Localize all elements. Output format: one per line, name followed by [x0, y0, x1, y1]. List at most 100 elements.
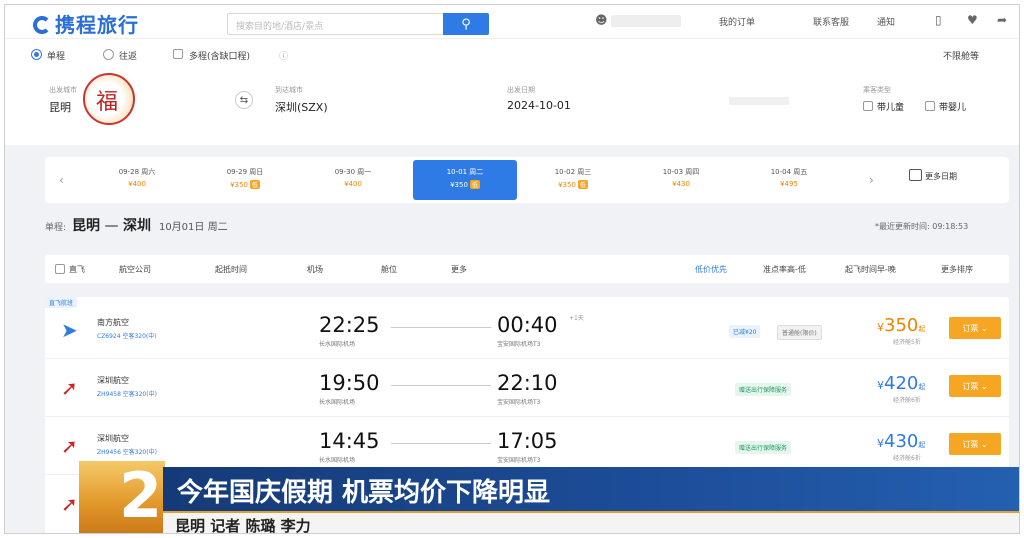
- customer-service-link[interactable]: 联系客服: [813, 15, 849, 28]
- arrival-airport: 宝安国际机场T3: [497, 457, 541, 464]
- filter-time[interactable]: 起抵时间: [215, 264, 247, 275]
- low-price-badge: 低: [249, 180, 260, 189]
- departure-airport: 长水国际机场: [319, 341, 356, 348]
- nonstop-checkbox[interactable]: [55, 264, 65, 274]
- price-value: 420: [884, 373, 919, 394]
- date-cell-date: 09-28 周六: [118, 168, 156, 176]
- book-button[interactable]: 订票 ⌄: [949, 433, 1001, 455]
- filter-more[interactable]: 更多: [451, 264, 467, 275]
- ticket-price: ¥430起: [877, 431, 926, 452]
- one-way-label[interactable]: 单程: [47, 49, 65, 62]
- to-city-input[interactable]: 深圳(SZX): [275, 99, 328, 115]
- infant-label[interactable]: 带婴儿: [939, 100, 966, 113]
- date-cell-price: ¥495: [780, 180, 798, 188]
- from-city-input[interactable]: 昆明: [49, 99, 71, 115]
- service-badge: 赠送出行保障服务: [735, 383, 792, 396]
- multi-trip-label[interactable]: 多程(含缺口程): [189, 49, 250, 62]
- my-orders-link[interactable]: 我的订单: [719, 15, 755, 28]
- price-value: 350: [884, 315, 919, 336]
- departure-time: 14:45: [319, 429, 380, 453]
- table-row[interactable]: ➚ 深圳航空 ZH9458 空客320(中) 19:50 长水国际机场 22:1…: [45, 359, 1009, 417]
- next-dates-icon[interactable]: ›: [869, 173, 874, 187]
- route-title: 单程: 昆明 — 深圳 10月01日 周二: [45, 215, 228, 235]
- search-input[interactable]: 搜索目的地/酒店/景点: [227, 13, 445, 35]
- fare-type-badge: 普通舱(限价): [777, 325, 822, 340]
- arrival-time: 17:05: [497, 429, 558, 453]
- flight-duration-line: [391, 327, 491, 328]
- date-cell-date: 09-30 周一: [334, 168, 372, 176]
- child-label[interactable]: 带儿童: [877, 100, 904, 113]
- filter-airport[interactable]: 机场: [307, 264, 323, 275]
- date-cell[interactable]: 09-28 周六 ¥400: [85, 160, 189, 200]
- multi-trip-checkbox[interactable]: [173, 49, 183, 59]
- news-headline-bar: 今年国庆假期 机票均价下降明显: [163, 467, 1019, 511]
- route-from: 昆明: [72, 218, 101, 234]
- departure-date-input[interactable]: 2024-10-01: [507, 99, 571, 112]
- date-cell[interactable]: 10-02 周三 ¥350 低: [521, 160, 625, 200]
- date-cell[interactable]: 09-29 周日 ¥350 低: [193, 160, 297, 200]
- route-separator: —: [104, 218, 119, 234]
- arrival-airport: 宝安国际机场T3: [497, 341, 541, 348]
- child-checkbox[interactable]: [863, 101, 873, 111]
- price-discount-note: 经济舱5折: [893, 339, 921, 346]
- price-discount-note: 经济舱6折: [893, 397, 921, 404]
- sort-low-price[interactable]: 低价优先: [695, 264, 727, 275]
- heart-icon[interactable]: ♥: [967, 13, 978, 27]
- swap-cities-button[interactable]: ⇆: [235, 91, 253, 109]
- more-dates-button[interactable]: 更多日期: [925, 171, 957, 182]
- filter-nonstop[interactable]: 直飞: [69, 264, 85, 275]
- flight-duration-line: [391, 443, 491, 444]
- flight-number[interactable]: CZ6924 空客320(中): [97, 331, 157, 340]
- table-row[interactable]: ➤ 南方航空 CZ6924 空客320(中) 22:25 长水国际机场 00:4…: [45, 301, 1009, 359]
- date-cell-date: 10-03 周四: [662, 168, 700, 176]
- airline-name: 深圳航空: [97, 376, 129, 385]
- calendar-icon[interactable]: [909, 169, 922, 181]
- infant-checkbox[interactable]: [925, 101, 935, 111]
- ticket-price: ¥350起: [877, 315, 926, 336]
- share-icon[interactable]: ➦: [997, 13, 1007, 27]
- sort-more[interactable]: 更多排序: [941, 264, 973, 275]
- help-icon[interactable]: ⓘ: [279, 49, 288, 62]
- flight-number[interactable]: ZH9458 空客320(中): [97, 389, 157, 398]
- return-date-placeholder[interactable]: [729, 97, 789, 105]
- cabin-select[interactable]: 不限舱等: [943, 49, 979, 62]
- search-button[interactable]: ⚲: [443, 13, 489, 35]
- radio-one-way[interactable]: [31, 49, 42, 60]
- date-cell[interactable]: 10-04 周五 ¥495: [737, 160, 841, 200]
- date-cell-price: ¥400: [128, 180, 146, 188]
- sort-departure-time[interactable]: 起飞时间早-晚: [845, 264, 896, 275]
- date-cell-date: 10-02 周三: [554, 168, 592, 176]
- ctrip-logo[interactable]: 携程旅行: [33, 9, 139, 38]
- date-cell[interactable]: 09-30 周一 ¥400: [301, 160, 405, 200]
- notification-link[interactable]: 通知: [877, 15, 895, 28]
- book-button[interactable]: 订票 ⌄: [949, 317, 1001, 339]
- swap-icon: ⇆: [239, 94, 249, 106]
- filter-cabin[interactable]: 舱位: [381, 264, 397, 275]
- shenzhen-airlines-logo-icon: ➚: [61, 376, 78, 400]
- book-button[interactable]: 订票 ⌄: [949, 375, 1001, 397]
- date-cell-price: ¥350: [450, 181, 468, 189]
- date-cell-date: 10-01 周二: [446, 168, 484, 176]
- to-label: 到达城市: [275, 86, 303, 94]
- route-to: 深圳: [122, 218, 151, 234]
- discount-badge: 已减¥20: [729, 325, 761, 338]
- arrival-airport: 宝安国际机场T3: [497, 399, 541, 406]
- next-day-badge: +1天: [569, 315, 584, 322]
- filter-airline[interactable]: 航空公司: [119, 264, 151, 275]
- user-name-placeholder[interactable]: [611, 15, 681, 27]
- sort-punctuality[interactable]: 准点率高-低: [763, 264, 806, 275]
- date-cell[interactable]: 10-03 周四 ¥430: [629, 160, 733, 200]
- mobile-icon[interactable]: ▯: [935, 13, 942, 27]
- trip-type-row: 单程 往返 多程(含缺口程) ⓘ 不限舱等: [5, 45, 1019, 65]
- flight-duration-line: [391, 385, 491, 386]
- flight-number[interactable]: ZH9456 空客320(中): [97, 447, 157, 456]
- service-badge: 赠送出行保障服务: [735, 441, 792, 454]
- round-trip-label[interactable]: 往返: [119, 49, 137, 62]
- user-icon[interactable]: ☻: [595, 13, 608, 27]
- radio-round-trip[interactable]: [103, 49, 114, 60]
- date-cell-selected[interactable]: 10-01 周二 ¥350 低: [413, 160, 517, 200]
- date-cell-price: ¥350: [558, 181, 576, 189]
- news-headline: 今年国庆假期 机票均价下降明显: [177, 478, 551, 508]
- book-label: 订票: [962, 439, 979, 449]
- prev-dates-icon[interactable]: ‹: [59, 173, 64, 187]
